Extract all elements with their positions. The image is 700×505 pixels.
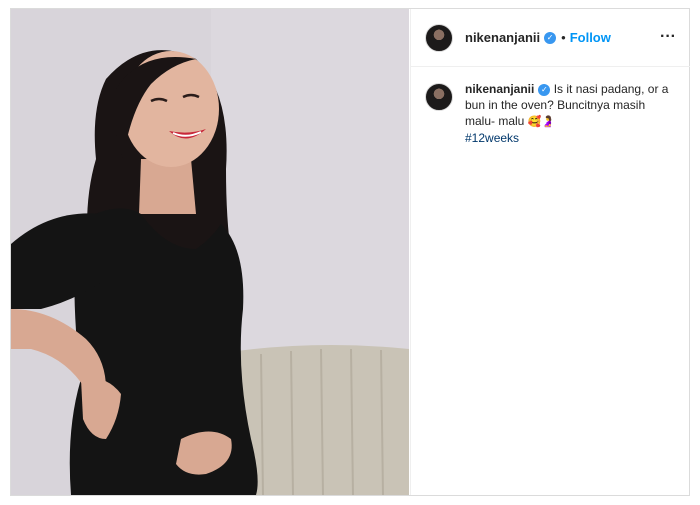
caption-username[interactable]: nikenanjanii (465, 82, 534, 96)
caption-avatar[interactable] (425, 83, 453, 111)
header-username[interactable]: nikenanjanii (465, 30, 540, 45)
post-photo-illustration (11, 9, 409, 495)
avatar[interactable] (425, 23, 453, 52)
caption-comment: nikenanjanii ✓ Is it nasi padang, or a bu… (411, 67, 690, 146)
instagram-post: nikenanjanii ✓ • Follow ··· nikenanjanii… (10, 8, 690, 496)
post-header: nikenanjanii ✓ • Follow ··· (411, 9, 690, 67)
follow-button[interactable]: Follow (570, 30, 611, 45)
separator-dot: • (561, 30, 566, 45)
caption-body: nikenanjanii ✓ Is it nasi padang, or a bu… (465, 81, 676, 146)
verified-badge-icon: ✓ (544, 31, 557, 44)
more-options-icon[interactable]: ··· (660, 28, 676, 46)
caption-verified-badge-icon: ✓ (538, 83, 551, 96)
post-sidebar: nikenanjanii ✓ • Follow ··· nikenanjanii… (410, 9, 690, 495)
hashtag-link[interactable]: #12weeks (465, 130, 676, 146)
caption-emoji: 🥰🤰 (527, 115, 556, 128)
post-photo[interactable] (11, 9, 409, 495)
